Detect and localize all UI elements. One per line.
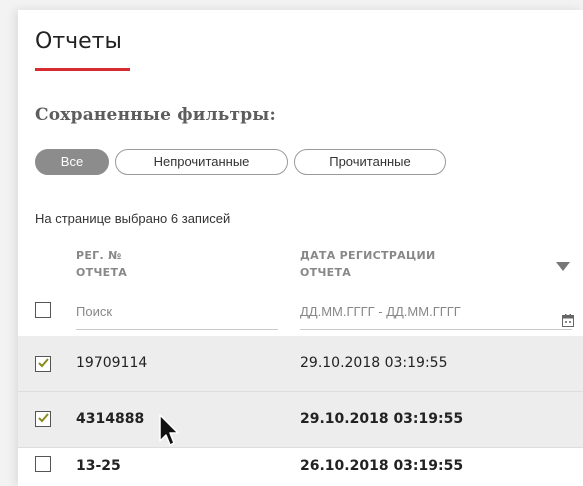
page-title: Отчеты bbox=[35, 29, 122, 54]
saved-filters-label: Сохраненные фильтры: bbox=[35, 105, 277, 125]
reports-panel: Отчеты Сохраненные фильтры: Все Непрочит… bbox=[18, 10, 583, 486]
row-date: 29.10.2018 03:19:55 bbox=[300, 355, 448, 371]
row-checkbox[interactable] bbox=[35, 356, 51, 372]
column-header-date-line2: ОТЧЕТА bbox=[300, 266, 352, 279]
calendar-icon[interactable] bbox=[562, 314, 574, 327]
mouse-pointer-icon bbox=[159, 414, 179, 446]
column-header-number[interactable]: РЕГ. № ОТЧЕТА bbox=[76, 247, 127, 281]
chevron-down-icon[interactable] bbox=[556, 262, 570, 271]
column-header-date-line1: ДАТА РЕГИСТРАЦИИ bbox=[300, 249, 436, 262]
filter-read-button[interactable]: Прочитанные bbox=[294, 149, 446, 175]
row-number: 19709114 bbox=[76, 355, 148, 371]
checkmark-icon bbox=[38, 358, 49, 368]
table-row[interactable]: 19709114 29.10.2018 03:19:55 bbox=[18, 336, 583, 392]
row-date: 29.10.2018 03:19:55 bbox=[300, 411, 464, 427]
row-checkbox[interactable] bbox=[35, 411, 51, 427]
column-header-date[interactable]: ДАТА РЕГИСТРАЦИИ ОТЧЕТА bbox=[300, 247, 436, 281]
title-underline bbox=[35, 68, 130, 71]
date-range-input[interactable]: ДД.ММ.ГГГГ - ДД.ММ.ГГГГ bbox=[300, 304, 572, 330]
number-search-input[interactable]: Поиск bbox=[76, 304, 278, 330]
row-number: 4314888 bbox=[76, 411, 145, 427]
column-header-number-line2: ОТЧЕТА bbox=[76, 266, 128, 279]
selection-info: На странице выбрано 6 записей bbox=[35, 211, 231, 226]
filter-unread-button[interactable]: Непрочитанные bbox=[115, 149, 288, 175]
table-row[interactable]: 13-25 26.10.2018 03:19:55 bbox=[18, 448, 583, 486]
table-row[interactable]: 4314888 29.10.2018 03:19:55 bbox=[18, 392, 583, 448]
column-header-number-line1: РЕГ. № bbox=[76, 249, 122, 262]
checkmark-icon bbox=[38, 413, 49, 423]
select-all-checkbox[interactable] bbox=[35, 302, 51, 318]
filter-all-button[interactable]: Все bbox=[35, 149, 109, 175]
row-number: 13-25 bbox=[76, 458, 121, 474]
row-date: 26.10.2018 03:19:55 bbox=[300, 458, 464, 474]
row-checkbox[interactable] bbox=[35, 456, 51, 472]
